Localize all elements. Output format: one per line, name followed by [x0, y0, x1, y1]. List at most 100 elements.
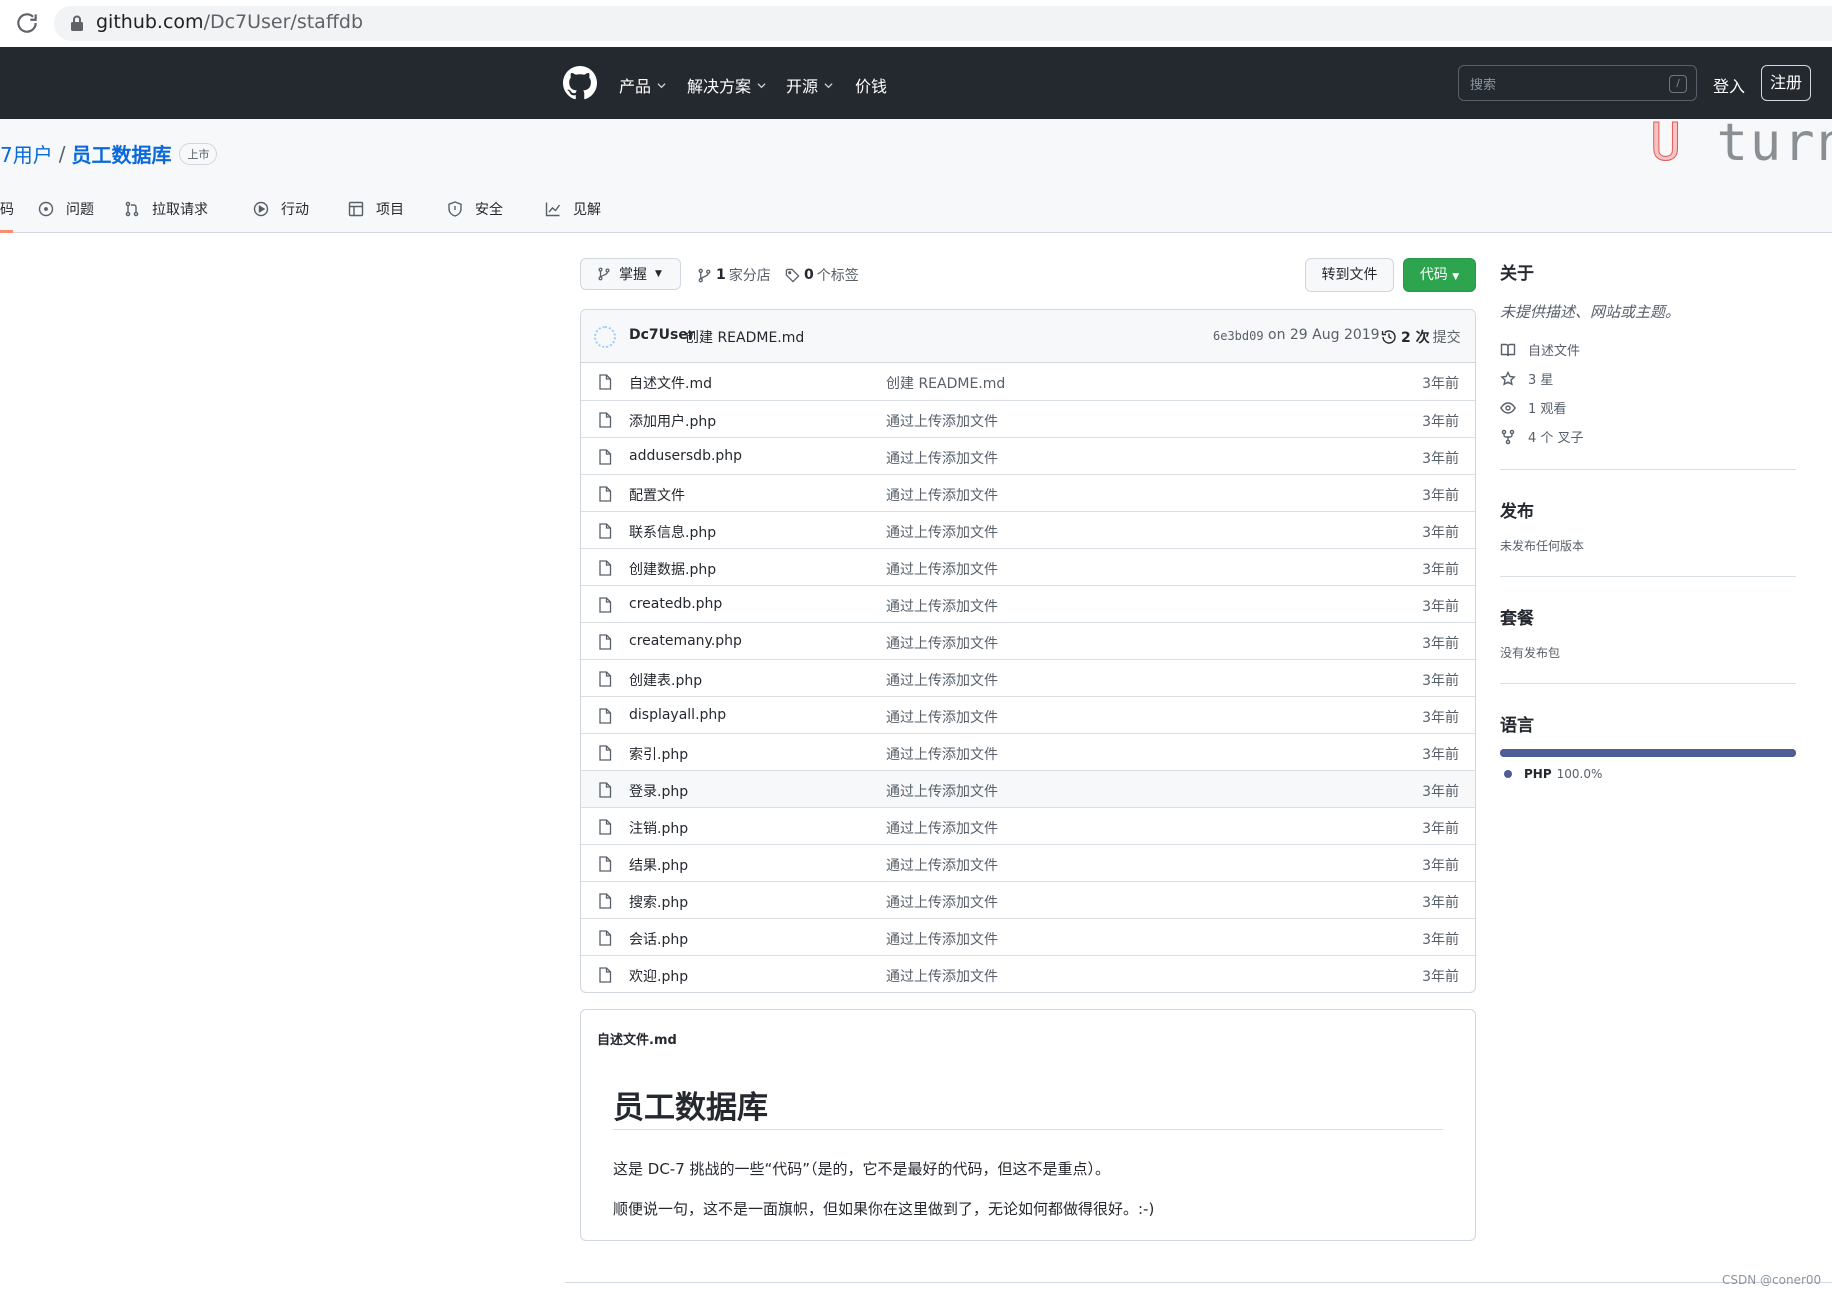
- tab-pull-requests[interactable]: 拉取请求: [124, 199, 208, 233]
- file-row[interactable]: createmany.php 通过上传添加文件 3年前: [581, 622, 1475, 659]
- stars-count: 3 星: [1528, 373, 1554, 388]
- file-name[interactable]: 结果.php: [629, 855, 688, 875]
- tags-link[interactable]: 0 个标签: [785, 265, 859, 285]
- file-icon: [599, 930, 612, 946]
- file-commit-message[interactable]: 通过上传添加文件: [886, 633, 998, 653]
- file-name[interactable]: 欢迎.php: [629, 966, 688, 986]
- sign-in-link[interactable]: 登入: [1713, 73, 1745, 97]
- file-row[interactable]: addusersdb.php 通过上传添加文件 3年前: [581, 437, 1475, 474]
- tab-projects[interactable]: 项目: [348, 199, 404, 233]
- nav-solutions[interactable]: 解决方案: [687, 73, 766, 97]
- file-commit-message[interactable]: 通过上传添加文件: [886, 707, 998, 727]
- tab-issues[interactable]: 问题: [38, 199, 94, 233]
- file-commit-message[interactable]: 通过上传添加文件: [886, 596, 998, 616]
- file-name[interactable]: createdb.php: [629, 596, 722, 612]
- file-row[interactable]: 欢迎.php 通过上传添加文件 3年前: [581, 955, 1475, 992]
- commit-history-link[interactable]: 2 次提交: [1381, 327, 1461, 347]
- file-row[interactable]: 结果.php 通过上传添加文件 3年前: [581, 844, 1475, 881]
- tab-security[interactable]: 安全: [447, 199, 503, 233]
- file-row[interactable]: 添加用户.php 通过上传添加文件 3年前: [581, 400, 1475, 437]
- file-name[interactable]: 联系信息.php: [629, 522, 716, 542]
- file-name[interactable]: 自述文件.md: [629, 373, 712, 393]
- file-row[interactable]: 登录.php 通过上传添加文件 3年前: [581, 770, 1475, 807]
- graph-icon: [545, 202, 561, 217]
- nav-products[interactable]: 产品: [619, 73, 666, 97]
- nav-pricing[interactable]: 价钱: [855, 73, 887, 97]
- commit-message[interactable]: 创建 README.md: [685, 327, 804, 347]
- readme-filename[interactable]: 自述文件.md: [597, 1029, 677, 1048]
- tab-code[interactable]: 码: [0, 199, 14, 233]
- file-commit-message[interactable]: 通过上传添加文件: [886, 485, 998, 505]
- file-row[interactable]: displayall.php 通过上传添加文件 3年前: [581, 696, 1475, 733]
- language-item-php[interactable]: PHP 100.0%: [1504, 767, 1602, 781]
- url-text[interactable]: github.com/Dc7User/staffdb: [96, 11, 363, 33]
- file-name[interactable]: addusersdb.php: [629, 448, 742, 464]
- file-row[interactable]: 注销.php 通过上传添加文件 3年前: [581, 807, 1475, 844]
- file-name[interactable]: 注销.php: [629, 818, 688, 838]
- go-to-file-button[interactable]: 转到文件: [1305, 258, 1394, 292]
- file-name[interactable]: createmany.php: [629, 633, 742, 649]
- file-name[interactable]: displayall.php: [629, 707, 726, 723]
- file-commit-message[interactable]: 通过上传添加文件: [886, 744, 998, 764]
- branch-select-button[interactable]: 掌握 ▼: [580, 258, 681, 290]
- file-commit-message[interactable]: 通过上传添加文件: [886, 448, 998, 468]
- packages-heading[interactable]: 套餐: [1500, 604, 1534, 629]
- forks-link[interactable]: 4 个 叉子: [1500, 427, 1584, 446]
- file-row[interactable]: 配置文件 通过上传添加文件 3年前: [581, 474, 1475, 511]
- github-logo-icon[interactable]: [563, 66, 597, 100]
- file-commit-message[interactable]: 通过上传添加文件: [886, 929, 998, 949]
- file-name[interactable]: 会话.php: [629, 929, 688, 949]
- file-name[interactable]: 添加用户.php: [629, 411, 716, 431]
- file-row[interactable]: 会话.php 通过上传添加文件 3年前: [581, 918, 1475, 955]
- file-commit-message[interactable]: 通过上传添加文件: [886, 892, 998, 912]
- file-age: 3年前: [1422, 932, 1459, 948]
- file-name[interactable]: 配置文件: [629, 485, 685, 505]
- file-name[interactable]: 创建数据.php: [629, 559, 716, 579]
- sign-up-button[interactable]: 注册: [1761, 65, 1811, 101]
- file-commit-message[interactable]: 通过上传添加文件: [886, 855, 998, 875]
- file-icon: [599, 856, 612, 872]
- file-commit-message[interactable]: 通过上传添加文件: [886, 818, 998, 838]
- file-name[interactable]: 登录.php: [629, 781, 688, 801]
- nav-label: 开源: [786, 77, 819, 96]
- file-name[interactable]: 搜索.php: [629, 892, 688, 912]
- file-commit-message[interactable]: 通过上传添加文件: [886, 670, 998, 690]
- watchers-link[interactable]: 1 观看: [1500, 398, 1566, 417]
- search-input[interactable]: 搜索 /: [1458, 65, 1697, 101]
- sidebar-divider: [1500, 469, 1796, 470]
- avatar[interactable]: [594, 326, 616, 348]
- file-commit-message[interactable]: 通过上传添加文件: [886, 411, 998, 431]
- languages-heading: 语言: [1500, 716, 1534, 736]
- file-row[interactable]: createdb.php 通过上传添加文件 3年前: [581, 585, 1475, 622]
- shield-icon: [448, 201, 462, 217]
- file-row[interactable]: 创建表.php 通过上传添加文件 3年前: [581, 659, 1475, 696]
- file-commit-message[interactable]: 通过上传添加文件: [886, 966, 998, 986]
- tab-insights[interactable]: 见解: [545, 199, 601, 233]
- file-commit-message[interactable]: 通过上传添加文件: [886, 522, 998, 542]
- file-name[interactable]: 索引.php: [629, 744, 688, 764]
- file-commit-message[interactable]: 通过上传添加文件: [886, 559, 998, 579]
- reload-icon[interactable]: [14, 10, 40, 36]
- commit-sha[interactable]: 6e3bd09: [1213, 329, 1264, 343]
- tab-actions[interactable]: 行动: [253, 199, 309, 233]
- stars-link[interactable]: 3 星: [1500, 369, 1553, 388]
- releases-heading[interactable]: 发布: [1500, 497, 1534, 522]
- language-bar: [1500, 749, 1796, 757]
- file-row[interactable]: 索引.php 通过上传添加文件 3年前: [581, 733, 1475, 770]
- nav-open-source[interactable]: 开源: [786, 73, 833, 97]
- sidebar-divider: [1500, 683, 1796, 684]
- file-row[interactable]: 联系信息.php 通过上传添加文件 3年前: [581, 511, 1475, 548]
- code-button[interactable]: 代码 ▼: [1403, 258, 1476, 292]
- repo-name-link[interactable]: 员工数据库: [71, 139, 171, 168]
- file-age: 3年前: [1422, 969, 1459, 985]
- repo-owner-link[interactable]: 7用户: [0, 139, 53, 168]
- file-name[interactable]: 创建表.php: [629, 670, 702, 690]
- commit-date: on 29 Aug 2019: [1268, 327, 1380, 343]
- readme-link[interactable]: 自述文件: [1500, 340, 1580, 359]
- file-row[interactable]: 自述文件.md 创建 README.md 3年前: [581, 363, 1475, 400]
- file-commit-message[interactable]: 通过上传添加文件: [886, 781, 998, 801]
- branches-link[interactable]: 1 家分店: [697, 265, 771, 285]
- file-row[interactable]: 创建数据.php 通过上传添加文件 3年前: [581, 548, 1475, 585]
- file-row[interactable]: 搜索.php 通过上传添加文件 3年前: [581, 881, 1475, 918]
- file-commit-message[interactable]: 创建 README.md: [886, 373, 1005, 393]
